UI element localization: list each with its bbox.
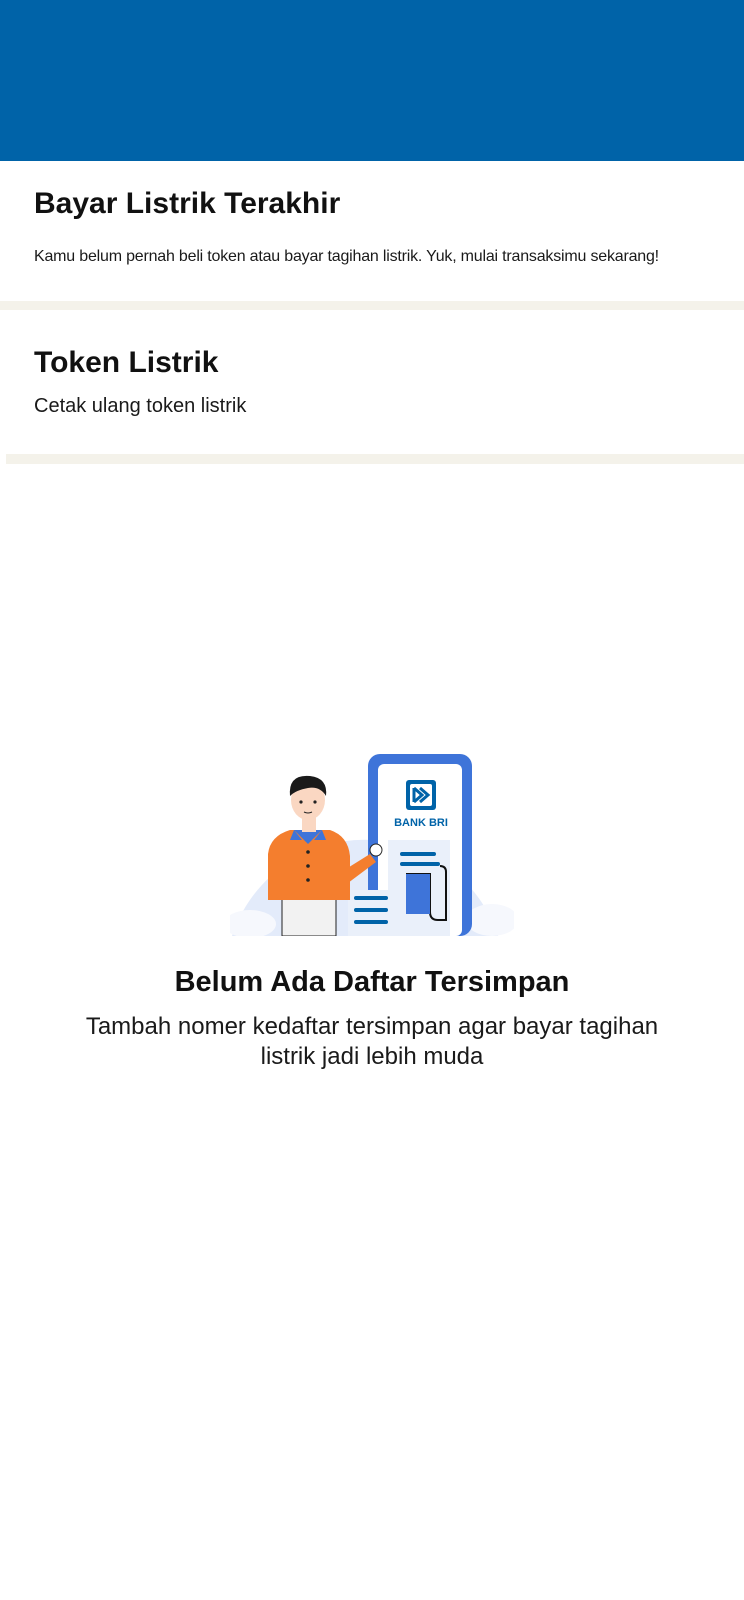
empty-state-illustration: BANK BRI <box>230 754 514 936</box>
recent-payment-section: Bayar Listrik Terakhir Kamu belum pernah… <box>0 161 744 301</box>
svg-text:BANK BRI: BANK BRI <box>394 817 448 829</box>
section-divider <box>6 454 744 464</box>
recent-payment-empty-text: Kamu belum pernah beli token atau bayar … <box>34 248 659 265</box>
section-divider <box>0 301 744 310</box>
empty-state-description: Tambah nomer kedaftar tersimpan agar bay… <box>85 1013 659 1070</box>
empty-state-title: Belum Ada Daftar Tersimpan <box>174 966 570 998</box>
token-listrik-title: Token Listrik <box>34 346 219 379</box>
token-listrik-subtitle: Cetak ulang token listrik <box>34 395 247 417</box>
token-listrik-card[interactable]: Token Listrik Cetak ulang token listrik <box>0 310 744 454</box>
top-app-bar <box>0 0 744 161</box>
recent-payment-title: Bayar Listrik Terakhir <box>34 187 341 220</box>
